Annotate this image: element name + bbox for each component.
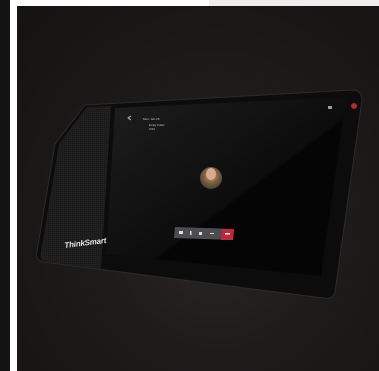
minus-icon (210, 233, 214, 234)
mic-icon (190, 231, 192, 235)
thinksmart-view-device: Mon, Jan 25 Emily Fuller 0:53 ThinkSmart (17, 6, 379, 371)
call-duration-text: 0:53 (149, 127, 155, 131)
status-time-text: Mon, Jan 25 (143, 117, 160, 121)
volume-icon (199, 232, 202, 235)
photo-backdrop: Mon, Jan 25 Emily Fuller 0:53 ThinkSmart (17, 6, 379, 371)
device-illustration (36, 89, 363, 299)
video-icon (179, 231, 183, 234)
call-control-bar (174, 227, 234, 240)
settings-icon (328, 106, 332, 109)
camera-indicator-light (351, 103, 357, 109)
left-edge-bar (0, 0, 10, 371)
